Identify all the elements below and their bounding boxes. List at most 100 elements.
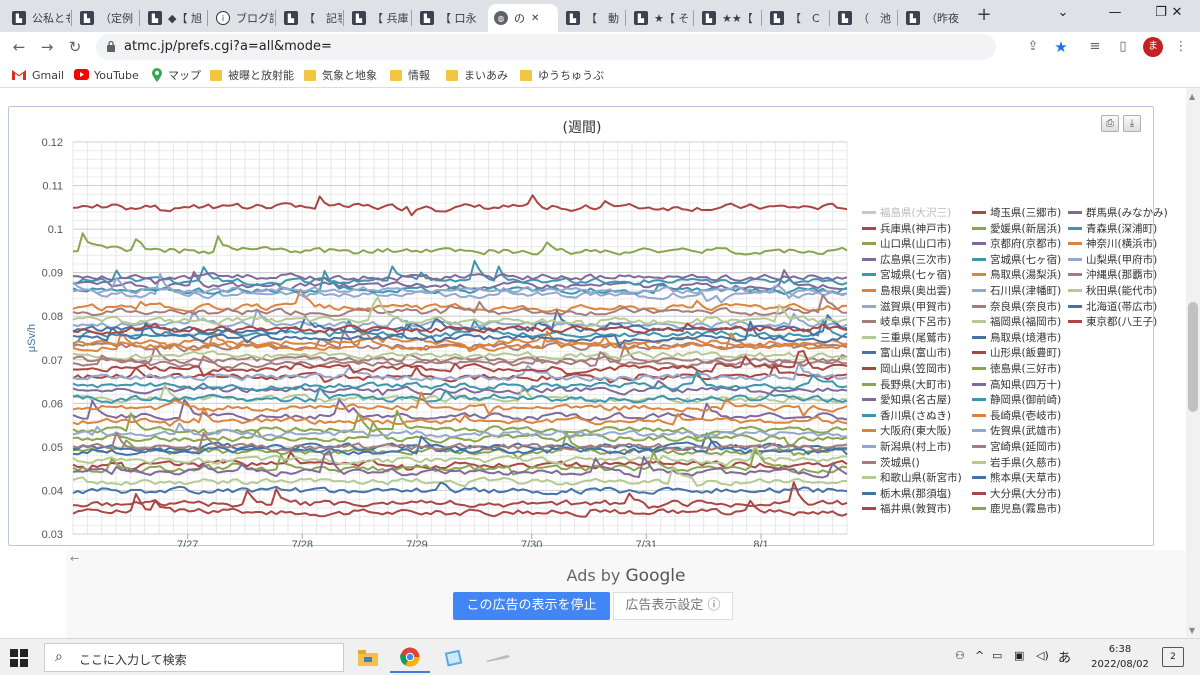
legend-item[interactable]: 京都府(京都市) — [972, 236, 1061, 251]
bookmark-item[interactable]: 被曝と放射能 — [210, 67, 294, 83]
browser-tab[interactable]: i ブログ記 — [210, 4, 274, 32]
legend-item[interactable]: 大分県(大分市) — [972, 486, 1061, 501]
browser-tab[interactable]: ▙ （ 池 — [832, 4, 896, 32]
bookmark-item[interactable]: まいあみ — [446, 67, 508, 83]
kebab-menu-icon[interactable]: ⋮ — [1172, 38, 1190, 56]
legend-item[interactable]: 宮城県(七ヶ宿) — [972, 252, 1061, 267]
scroll-down-icon[interactable]: ▼ — [1189, 626, 1195, 635]
browser-tab[interactable]: ▙ 公私とも — [6, 4, 70, 32]
reading-list-icon[interactable]: ≡ — [1086, 38, 1104, 56]
browser-tab[interactable]: ▙ （定例 — [74, 4, 138, 32]
chrome-icon[interactable] — [390, 643, 430, 673]
taskbar-clock[interactable]: 6:38 2022/08/02 — [1090, 642, 1150, 672]
legend-item[interactable]: 東京都(八王子) — [1068, 314, 1157, 329]
bookmark-item[interactable]: YouTube — [74, 67, 139, 83]
legend-item[interactable]: 長崎県(壱岐市) — [972, 408, 1061, 423]
ad-settings-button[interactable]: 広告表示設定 ⓘ — [613, 592, 733, 620]
scroll-thumb[interactable] — [1188, 302, 1198, 412]
page-scrollbar[interactable]: ▲ ▼ — [1186, 88, 1200, 638]
browser-tab[interactable]: ▙ 【 動 — [560, 4, 624, 32]
legend-item[interactable]: 福岡県(福岡市) — [972, 314, 1061, 329]
legend-item[interactable]: 秋田県(能代市) — [1068, 283, 1157, 298]
bookmark-item[interactable]: 情報 — [390, 67, 430, 83]
legend-item[interactable]: 茨城県() — [862, 455, 920, 470]
network-icon[interactable]: ▣ — [1014, 649, 1024, 662]
close-tab-icon[interactable]: ✕ — [531, 13, 539, 24]
address-bar[interactable]: atmc.jp/prefs.cgi?a=all&mode= — [96, 34, 996, 60]
taskbar-search[interactable]: ⌕ ここに入力して検索 — [44, 643, 344, 672]
notepad-icon[interactable] — [434, 643, 474, 673]
forward-arrow-icon[interactable]: → — [36, 36, 58, 58]
stop-ad-button[interactable]: この広告の表示を停止 — [453, 592, 610, 620]
legend-item[interactable]: 兵庫県(神戸市) — [862, 221, 951, 236]
legend-item[interactable]: 滋賀県(甲賀市) — [862, 299, 951, 314]
legend-item[interactable]: 高知県(四万十) — [972, 377, 1061, 392]
profile-avatar[interactable]: ま — [1143, 37, 1163, 57]
bookmark-item[interactable]: マップ — [152, 67, 201, 83]
legend-item[interactable]: 宮崎県(延岡市) — [972, 439, 1061, 454]
legend-item[interactable]: 静岡県(御前崎) — [972, 392, 1061, 407]
reload-icon[interactable]: ↻ — [64, 36, 86, 58]
legend-item[interactable]: 鳥取県(境港市) — [972, 330, 1061, 345]
close-window-icon[interactable]: ✕ — [1154, 0, 1200, 28]
tray-chevron-icon[interactable]: ^ — [975, 649, 984, 662]
legend-item[interactable]: 広島県(三次市) — [862, 252, 951, 267]
legend-item[interactable]: 北海道(帯広市) — [1068, 299, 1157, 314]
bookmark-item[interactable]: ゆうちゅうぶ — [520, 67, 604, 83]
browser-tab[interactable]: ▙ 【 C — [764, 4, 828, 32]
legend-item[interactable]: 福島県(大沢三) — [862, 205, 951, 220]
legend-item[interactable]: 奈良県(奈良市) — [972, 299, 1061, 314]
legend-item[interactable]: 青森県(深浦町) — [1068, 221, 1157, 236]
battery-icon[interactable]: ▭ — [992, 649, 1002, 662]
legend-item[interactable]: 石川県(津幡町) — [972, 283, 1061, 298]
bookmark-item[interactable]: 気象と地象 — [304, 67, 377, 83]
minimize-icon[interactable]: — — [1092, 0, 1138, 28]
legend-item[interactable]: 鳥取県(湯梨浜) — [972, 267, 1061, 282]
legend-item[interactable]: 岐阜県(下呂市) — [862, 314, 951, 329]
legend-item[interactable]: 徳島県(三好市) — [972, 361, 1061, 376]
legend-item[interactable]: 鹿児島(霧島市) — [972, 501, 1061, 516]
share-icon[interactable]: ⇪ — [1024, 38, 1042, 56]
notification-icon[interactable]: 2 — [1162, 647, 1184, 667]
legend-item[interactable]: 佐賀県(武雄市) — [972, 423, 1061, 438]
browser-tab[interactable]: ▙ （昨夜 — [900, 4, 964, 32]
legend-item[interactable]: 埼玉県(三郷市) — [972, 205, 1061, 220]
bookmark-star-icon[interactable]: ★ — [1052, 38, 1070, 56]
legend-item[interactable]: 富山県(富山市) — [862, 345, 951, 360]
legend-item[interactable]: 愛知県(名古屋) — [862, 392, 951, 407]
windows-start-icon[interactable] — [10, 649, 28, 667]
legend-item[interactable]: 熊本県(天草市) — [972, 470, 1061, 485]
legend-item[interactable]: 福井県(敦賀市) — [862, 501, 951, 516]
browser-tab[interactable]: ▙ 【 口永 — [414, 4, 478, 32]
legend-item[interactable]: 新潟県(村上市) — [862, 439, 951, 454]
legend-item[interactable]: 沖縄県(那覇市) — [1068, 267, 1157, 282]
legend-item[interactable]: 岩手県(久慈市) — [972, 455, 1061, 470]
back-arrow-icon[interactable]: ← — [8, 36, 30, 58]
pen-app-icon[interactable] — [478, 643, 518, 673]
speaker-icon[interactable]: ◁) — [1036, 649, 1049, 662]
legend-item[interactable]: 長野県(大町市) — [862, 377, 951, 392]
legend-item[interactable]: 香川県(さぬき) — [862, 408, 951, 423]
scroll-up-icon[interactable]: ▲ — [1189, 92, 1195, 101]
legend-item[interactable]: 三重県(尾鷲市) — [862, 330, 951, 345]
browser-tab[interactable]: ◍ の ✕ — [488, 4, 558, 32]
browser-tab[interactable]: ▙ 【 記事 — [278, 4, 342, 32]
browser-tab[interactable]: ▙ ★★【 — [696, 4, 760, 32]
ime-indicator[interactable]: あ — [1058, 647, 1071, 666]
legend-item[interactable]: 山梨県(甲府市) — [1068, 252, 1157, 267]
file-explorer-icon[interactable] — [348, 643, 388, 673]
chevron-down-icon[interactable]: ⌄ — [1040, 0, 1086, 28]
legend-item[interactable]: 島根県(奥出雲) — [862, 283, 951, 298]
back-arrow-icon[interactable]: ← — [70, 552, 79, 565]
legend-item[interactable]: 山口県(山口市) — [862, 236, 951, 251]
bookmark-item[interactable]: Gmail — [12, 67, 64, 83]
legend-item[interactable]: 神奈川(横浜市) — [1068, 236, 1157, 251]
browser-tab[interactable]: ▙ ◆【 旭 — [142, 4, 206, 32]
legend-item[interactable]: 和歌山県(新宮市) — [862, 470, 962, 485]
legend-item[interactable]: 愛媛県(新居浜) — [972, 221, 1061, 236]
legend-item[interactable]: 宮城県(七ヶ宿) — [862, 267, 951, 282]
side-panel-icon[interactable]: ▯ — [1114, 38, 1132, 56]
legend-item[interactable]: 大阪府(東大阪) — [862, 423, 951, 438]
legend-item[interactable]: 群馬県(みなかみ) — [1068, 205, 1168, 220]
people-icon[interactable]: ⚇ — [955, 649, 965, 662]
